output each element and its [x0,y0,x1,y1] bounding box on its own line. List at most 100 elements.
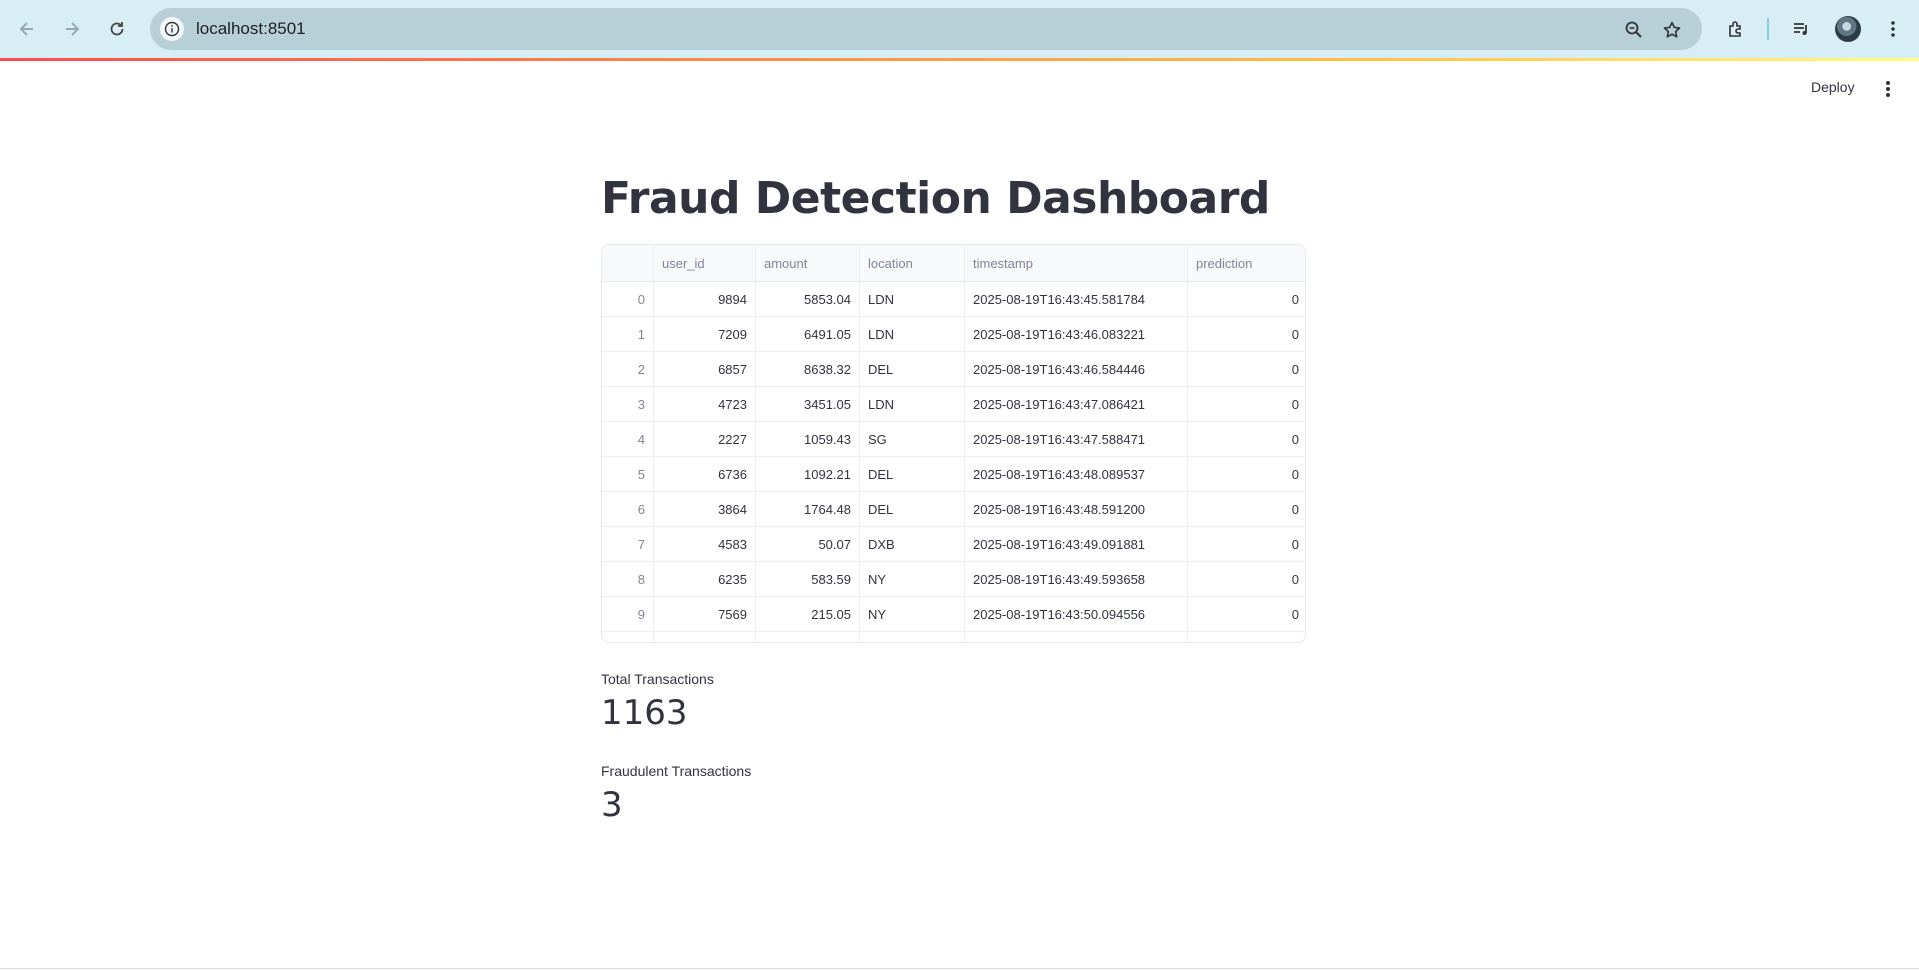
cell-prediction[interactable]: 0 [1188,597,1305,631]
deploy-button[interactable]: Deploy [1811,79,1855,95]
cell-user-id[interactable]: 7569 [654,597,756,631]
main-menu-icon[interactable] [1880,80,1896,98]
cell-user-id[interactable]: 4583 [654,527,756,561]
metric-fraud-value: 3 [601,785,623,825]
cell-user-id[interactable]: 4723 [654,387,756,421]
bottom-border [0,968,1919,969]
cell-location[interactable]: LDN [860,317,965,351]
cell-amount[interactable]: 583.59 [756,562,860,596]
cell-user-id[interactable]: 7209 [654,317,756,351]
reload-button[interactable] [100,12,134,46]
cell-prediction[interactable]: 0 [1188,457,1305,491]
column-header-user-id[interactable]: user_id [654,245,756,281]
bookmark-star-icon[interactable] [1660,18,1684,42]
cell-amount[interactable]: 215.05 [756,597,860,631]
cell-timestamp[interactable]: 2025-08-19T16:43:49.091881 [965,527,1188,561]
cell-amount[interactable]: 6491.05 [756,317,860,351]
cell-prediction[interactable]: 0 [1188,422,1305,456]
cell-prediction[interactable]: 0 [1188,527,1305,561]
cell-row-index[interactable]: 6 [602,492,654,526]
cell-amount[interactable]: 3451.05 [756,387,860,421]
metric-total-value: 1163 [601,693,688,733]
cell-amount[interactable]: 1764.48 [756,492,860,526]
table-row[interactable]: 0 9894 5853.04 LDN 2025-08-19T16:43:45.58178… [602,282,1305,317]
table-row[interactable]: 2 6857 8638.32 DEL 2025-08-19T16:43:46.58444… [602,352,1305,387]
table-row[interactable]: 3 4723 3451.05 LDN 2025-08-19T16:43:47.08642… [602,387,1305,422]
dataframe-table[interactable]: user_id amount location timestamp predic… [601,244,1306,643]
cell-timestamp[interactable]: 2025-08-19T16:43:47.588471 [965,422,1188,456]
cell-location[interactable]: NY [860,562,965,596]
table-row[interactable]: 4 2227 1059.43 SG 2025-08-19T16:43:47.588471… [602,422,1305,457]
cell-prediction[interactable]: 0 [1188,352,1305,386]
cell-location[interactable]: DEL [860,492,965,526]
cell-timestamp[interactable]: 2025-08-19T16:43:45.581784 [965,282,1188,316]
extensions-button[interactable] [1719,12,1753,46]
browser-menu-button[interactable] [1876,12,1910,46]
cell-row-index[interactable]: 5 [602,457,654,491]
cell-user-id[interactable]: 9894 [654,282,756,316]
table-row-partial [602,632,1305,642]
cell-user-id[interactable]: 6857 [654,352,756,386]
zoom-icon[interactable] [1622,18,1646,42]
cell-location[interactable]: LDN [860,282,965,316]
cell-location[interactable]: DEL [860,457,965,491]
vertical-dots-icon [1891,21,1895,37]
cell-row-index[interactable]: 1 [602,317,654,351]
cell-row-index[interactable]: 8 [602,562,654,596]
column-header-index[interactable] [602,245,654,281]
cell-row-index[interactable]: 9 [602,597,654,631]
cell-timestamp[interactable]: 2025-08-19T16:43:46.083221 [965,317,1188,351]
cell-prediction[interactable]: 0 [1188,317,1305,351]
metric-fraud-label: Fraudulent Transactions [601,763,752,779]
table-row[interactable]: 1 7209 6491.05 LDN 2025-08-19T16:43:46.08322… [602,317,1305,352]
cell-location[interactable]: LDN [860,387,965,421]
site-info-icon[interactable] [160,17,184,41]
metric-total-label: Total Transactions [601,671,714,687]
cell-prediction[interactable]: 0 [1188,562,1305,596]
cell-row-index[interactable]: 3 [602,387,654,421]
cell-prediction[interactable]: 0 [1188,492,1305,526]
cell-row-index[interactable]: 7 [602,527,654,561]
table-header-row: user_id amount location timestamp predic… [602,245,1305,282]
back-button[interactable] [10,12,44,46]
cell-location[interactable]: NY [860,597,965,631]
column-header-location[interactable]: location [860,245,965,281]
forward-button[interactable] [55,12,89,46]
cell-location[interactable]: DEL [860,352,965,386]
column-header-amount[interactable]: amount [756,245,860,281]
cell-amount[interactable]: 1092.21 [756,457,860,491]
cell-timestamp[interactable]: 2025-08-19T16:43:46.584446 [965,352,1188,386]
cell-user-id[interactable]: 2227 [654,422,756,456]
table-row[interactable]: 7 4583 50.07 DXB 2025-08-19T16:43:49.091881 0 [602,527,1305,562]
cell-amount[interactable]: 5853.04 [756,282,860,316]
cell-user-id[interactable]: 6235 [654,562,756,596]
table-row[interactable]: 5 6736 1092.21 DEL 2025-08-19T16:43:48.08953… [602,457,1305,492]
cell-timestamp[interactable]: 2025-08-19T16:43:47.086421 [965,387,1188,421]
arrow-right-icon [66,22,80,36]
table-row[interactable]: 9 7569 215.05 NY 2025-08-19T16:43:50.094556 0 [602,597,1305,632]
cell-amount[interactable]: 8638.32 [756,352,860,386]
cell-row-index[interactable]: 2 [602,352,654,386]
toolbar-divider [1767,18,1769,40]
cell-timestamp[interactable]: 2025-08-19T16:43:48.089537 [965,457,1188,491]
column-header-timestamp[interactable]: timestamp [965,245,1188,281]
profile-avatar[interactable] [1835,16,1861,42]
cell-prediction[interactable]: 0 [1188,387,1305,421]
cell-prediction[interactable]: 0 [1188,282,1305,316]
column-header-prediction[interactable]: prediction [1188,245,1305,281]
cell-user-id[interactable]: 3864 [654,492,756,526]
cell-timestamp[interactable]: 2025-08-19T16:43:49.593658 [965,562,1188,596]
cell-timestamp[interactable]: 2025-08-19T16:43:48.591200 [965,492,1188,526]
cell-location[interactable]: DXB [860,527,965,561]
cell-location[interactable]: SG [860,422,965,456]
table-row[interactable]: 8 6235 583.59 NY 2025-08-19T16:43:49.593658 0 [602,562,1305,597]
cell-row-index[interactable]: 0 [602,282,654,316]
cell-row-index[interactable]: 4 [602,422,654,456]
cell-amount[interactable]: 50.07 [756,527,860,561]
cell-amount[interactable]: 1059.43 [756,422,860,456]
table-row[interactable]: 6 3864 1764.48 DEL 2025-08-19T16:43:48.59120… [602,492,1305,527]
cell-timestamp[interactable]: 2025-08-19T16:43:50.094556 [965,597,1188,631]
address-bar[interactable]: localhost:8501 [150,8,1702,50]
cell-user-id[interactable]: 6736 [654,457,756,491]
media-control-button[interactable] [1784,12,1818,46]
